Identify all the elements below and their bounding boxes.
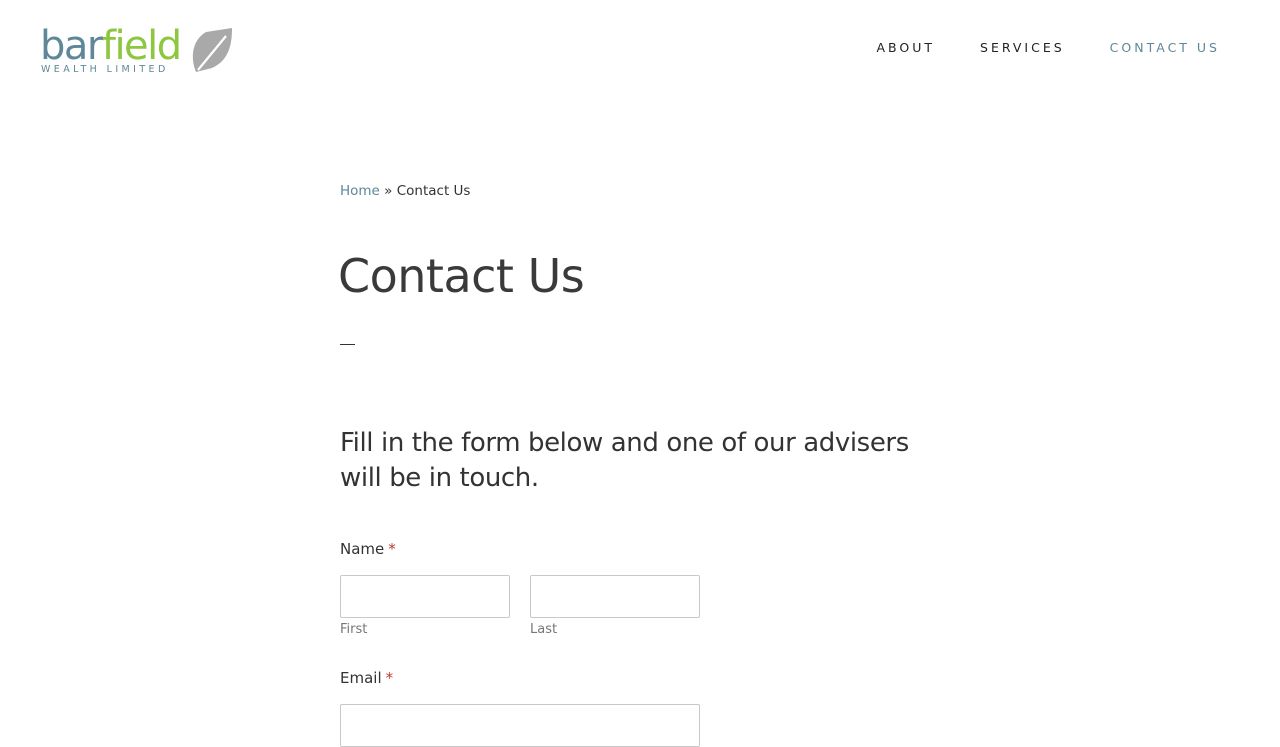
main-nav: ABOUT SERVICES CONTACT US — [876, 40, 1220, 55]
email-label-text: Email — [340, 669, 382, 687]
page-title: Contact Us — [338, 249, 585, 303]
logo-wordmark: barfield — [40, 23, 182, 69]
site-header: barfield WEALTH LIMITED ABOUT SERVICES C… — [0, 0, 1280, 96]
last-name-sublabel: Last — [530, 622, 558, 637]
breadcrumb-separator: » — [384, 183, 393, 199]
breadcrumb-current: Contact Us — [396, 183, 471, 199]
nav-services[interactable]: SERVICES — [980, 40, 1065, 55]
email-required-marker: * — [385, 669, 394, 687]
logo-tagline: WEALTH LIMITED — [41, 64, 169, 75]
nav-about[interactable]: ABOUT — [876, 40, 935, 55]
name-required-marker: * — [388, 540, 396, 558]
site-logo[interactable]: barfield WEALTH LIMITED — [40, 24, 240, 80]
email-label: Email * — [340, 669, 393, 687]
title-divider — [340, 344, 355, 345]
name-label-text: Name — [340, 540, 385, 558]
first-name-sublabel: First — [340, 622, 368, 637]
logo-word-part2: field — [101, 23, 182, 69]
first-name-input[interactable] — [340, 575, 510, 618]
breadcrumb: Home » Contact Us — [340, 183, 470, 199]
leaf-icon — [192, 28, 232, 72]
email-input[interactable] — [340, 704, 700, 747]
intro-text: Fill in the form below and one of our ad… — [340, 428, 909, 493]
name-label: Name * — [340, 540, 396, 558]
logo-word-part1: bar — [40, 23, 103, 69]
last-name-input[interactable] — [530, 575, 700, 618]
breadcrumb-home-link[interactable]: Home — [340, 183, 380, 199]
nav-contact-us[interactable]: CONTACT US — [1110, 40, 1220, 55]
